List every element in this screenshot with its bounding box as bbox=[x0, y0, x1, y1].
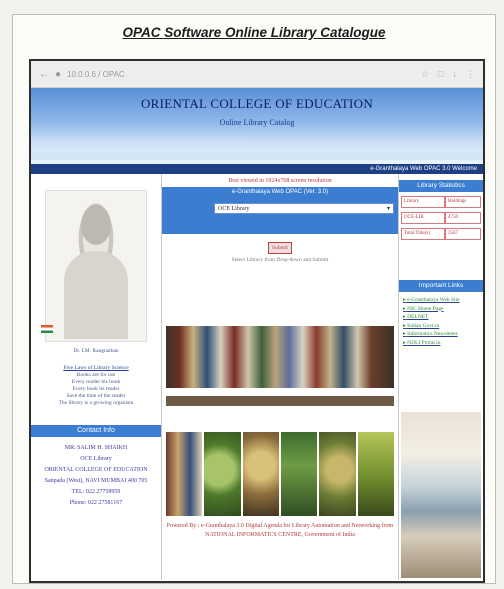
law-item: Save the time of the reader bbox=[66, 393, 126, 399]
arrow-icon: ▸ bbox=[403, 305, 406, 312]
resolution-notice: Best viewed in 1024x768 screen resolutio… bbox=[228, 178, 332, 184]
event-photo bbox=[357, 432, 394, 516]
page-columns: Dr. I.M. Rangnathan Five Laws of Library… bbox=[31, 174, 483, 580]
library-interior-photo bbox=[401, 412, 481, 578]
catalog-subtitle: Online Library Catalog bbox=[219, 118, 295, 127]
chevron-down-icon: ▾ bbox=[386, 206, 390, 212]
contact-line: MR. SALIM H. SHAIKH bbox=[64, 445, 128, 451]
link-item[interactable]: ▸ NDLI Portal.in bbox=[403, 339, 483, 348]
stats-key: Total Title(s) bbox=[401, 228, 445, 240]
select-hint: Select Library from Drop-down and Submit bbox=[231, 257, 329, 263]
important-links: ▸ e-Granthalaya Web Site ▸ NIC Home Page… bbox=[399, 296, 483, 347]
stats-value: 3567 bbox=[445, 228, 481, 240]
link-item[interactable]: ▸ e-Granthalaya Web Site bbox=[403, 296, 483, 305]
library-select-row: OCE Library ▾ bbox=[162, 197, 398, 220]
ranganathan-portrait bbox=[45, 190, 147, 342]
submit-button[interactable]: Submit bbox=[268, 242, 292, 254]
portrait-body bbox=[64, 251, 128, 339]
law-item: Every book its reader bbox=[72, 386, 120, 392]
extension-icon[interactable]: □ bbox=[438, 69, 443, 80]
contact-line: Sanpada (West), NAVI MUMBAI 400 705 bbox=[44, 478, 148, 484]
important-links-header: Important Links bbox=[399, 280, 483, 292]
stats-row: Total Title(s) 3567 bbox=[401, 228, 481, 240]
stats-value: Holdings bbox=[445, 196, 481, 208]
five-laws-title[interactable]: Five Laws of Library Science bbox=[31, 365, 161, 372]
figure-frame: OPAC Software Online Library Catalogue ←… bbox=[12, 14, 496, 584]
stats-value: 4750 bbox=[445, 212, 481, 224]
campus-photo bbox=[319, 432, 356, 516]
site-banner: ORIENTAL COLLEGE OF EDUCATION Online Lib… bbox=[31, 88, 483, 164]
contact-header: Contact Info bbox=[31, 425, 161, 437]
arrow-icon: ▸ bbox=[403, 339, 406, 346]
library-photos bbox=[166, 432, 394, 516]
law-item: Every reader his book bbox=[71, 379, 121, 385]
right-column: Library Statistics Library Holdings OCE-… bbox=[399, 174, 483, 580]
contact-line: ORIENTAL COLLEGE OF EDUCATION bbox=[44, 467, 148, 473]
contact-info: MR. SALIM H. SHAIKH OCE Library ORIENTAL… bbox=[31, 443, 161, 509]
bookshelf-base bbox=[166, 396, 394, 406]
powered-by-footer: Powered By : e-Granthalaya 3.0 Digital A… bbox=[166, 523, 394, 538]
contact-line: TEL: 022 27758959 bbox=[71, 489, 121, 495]
back-icon[interactable]: ← bbox=[39, 69, 49, 80]
garden-photo bbox=[242, 432, 279, 516]
law-item: Books are for use bbox=[76, 372, 116, 378]
url-bar[interactable]: 10.0.0.6 / OPAC bbox=[67, 70, 415, 79]
portrait-head bbox=[81, 205, 111, 245]
stats-key: Library bbox=[401, 196, 445, 208]
india-flag-icon bbox=[41, 325, 53, 333]
left-column: Dr. I.M. Rangnathan Five Laws of Library… bbox=[31, 174, 162, 580]
menu-icon[interactable]: ⋮ bbox=[466, 69, 475, 80]
figure-caption: OPAC Software Online Library Catalogue bbox=[122, 25, 386, 40]
select-label-cell bbox=[166, 204, 208, 213]
arrow-icon: ▸ bbox=[403, 297, 406, 303]
stats-row: Library Holdings bbox=[401, 196, 481, 208]
ticker: e-Granthalaya Web OPAC 3.0 Welcome bbox=[31, 164, 483, 174]
arrow-icon: ▸ bbox=[403, 331, 406, 337]
college-title: ORIENTAL COLLEGE OF EDUCATION bbox=[140, 96, 374, 111]
library-select-value: OCE Library bbox=[218, 205, 250, 212]
link-item[interactable]: ▸ Indian Govt.in bbox=[403, 322, 483, 331]
portrait-caption: Dr. I.M. Rangnathan bbox=[73, 348, 119, 354]
plant-photo bbox=[204, 432, 241, 516]
browser-toolbar: ← ● 10.0.0.6 / OPAC ☆ □ ↓ ⋮ bbox=[31, 61, 483, 88]
stats-row: OCE-LIB 4750 bbox=[401, 212, 481, 224]
stats-key: OCE-LIB bbox=[401, 212, 445, 224]
contact-line: Phone: 022 27581167 bbox=[69, 500, 123, 506]
contact-line: OCE Library bbox=[80, 456, 112, 462]
bookshelf-image bbox=[166, 326, 394, 388]
library-select[interactable]: OCE Library ▾ bbox=[214, 203, 394, 214]
blue-band bbox=[162, 220, 398, 234]
link-item[interactable]: ▸ DELNET bbox=[403, 313, 483, 322]
lock-icon: ● bbox=[55, 68, 62, 80]
link-item[interactable]: ▸ NIC Home Page bbox=[403, 305, 483, 314]
link-item[interactable]: ▸ Informatics Newsletter bbox=[403, 330, 483, 339]
books-photo bbox=[166, 432, 203, 516]
screenshot: ← ● 10.0.0.6 / OPAC ☆ □ ↓ ⋮ ORIENTAL COL… bbox=[29, 59, 485, 583]
stats-header: Library Statistics bbox=[399, 180, 483, 192]
opac-header: e-Granthalaya Web OPAC (Ver. 3.0) bbox=[162, 187, 398, 197]
download-icon[interactable]: ↓ bbox=[453, 69, 458, 80]
law-item: The library is a growing organism bbox=[58, 400, 134, 406]
middle-column: Best viewed in 1024x768 screen resolutio… bbox=[162, 174, 399, 580]
star-icon[interactable]: ☆ bbox=[421, 69, 429, 80]
arrow-icon: ▸ bbox=[403, 314, 406, 320]
banner-strip bbox=[31, 153, 483, 160]
green-book-photo bbox=[280, 432, 318, 516]
five-laws: Five Laws of Library Science Books are f… bbox=[31, 365, 161, 407]
arrow-icon: ▸ bbox=[403, 322, 406, 329]
